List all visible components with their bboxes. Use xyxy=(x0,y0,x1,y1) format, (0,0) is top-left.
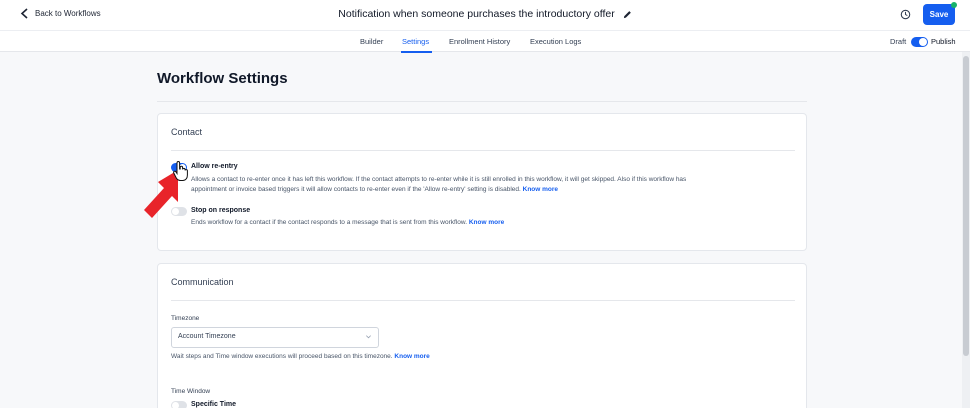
save-button[interactable]: Save xyxy=(923,4,955,25)
allow-reentry-know-more-link[interactable]: Know more xyxy=(523,186,558,193)
draft-label: Draft xyxy=(890,37,907,46)
publish-label: Publish xyxy=(931,37,956,46)
page-title: Workflow Settings xyxy=(157,70,288,87)
chevron-left-icon xyxy=(20,8,28,19)
tab-bar: Builder Settings Enrollment History Exec… xyxy=(0,30,970,53)
divider xyxy=(171,150,795,151)
stop-on-response-know-more-link[interactable]: Know more xyxy=(469,219,504,226)
tab-enrollment-history[interactable]: Enrollment History xyxy=(449,37,510,46)
active-tab-indicator xyxy=(401,51,432,53)
edit-pencil-icon[interactable] xyxy=(623,10,632,19)
tab-execution-logs[interactable]: Execution Logs xyxy=(530,37,581,46)
timezone-label: Timezone xyxy=(171,315,200,322)
publish-toggle[interactable] xyxy=(911,37,928,47)
tab-builder[interactable]: Builder xyxy=(360,37,383,46)
divider xyxy=(171,300,795,301)
communication-card: Communication Timezone Account Timezone … xyxy=(157,263,807,408)
allow-reentry-desc-line2: appointment or invoice based triggers it… xyxy=(191,185,521,193)
specific-time-toggle[interactable] xyxy=(171,401,187,408)
back-to-workflows-link[interactable]: Back to Workflows xyxy=(20,8,101,19)
stop-on-response-description: Ends workflow for a contact if the conta… xyxy=(191,218,791,228)
allow-reentry-description: Allows a contact to re-enter once it has… xyxy=(191,175,791,194)
contact-card: Contact Allow re-entry Allows a contact … xyxy=(157,113,807,251)
divider xyxy=(157,101,807,102)
time-window-label: Time Window xyxy=(171,388,211,395)
timezone-select[interactable]: Account Timezone xyxy=(171,327,379,348)
scrollbar-thumb[interactable] xyxy=(963,56,969,356)
stop-on-response-desc: Ends workflow for a contact if the conta… xyxy=(191,219,468,226)
timezone-help: Wait steps and Time window executions wi… xyxy=(171,352,771,362)
timezone-help-text: Wait steps and Time window executions wi… xyxy=(171,353,393,360)
status-dot xyxy=(951,2,957,8)
tab-settings[interactable]: Settings xyxy=(402,37,429,46)
back-label: Back to Workflows xyxy=(35,9,101,18)
hand-cursor-icon xyxy=(173,160,188,181)
history-icon[interactable] xyxy=(900,9,911,20)
communication-heading: Communication xyxy=(171,277,234,287)
contact-heading: Contact xyxy=(171,127,203,137)
allow-reentry-desc-line1: Allows a contact to re-enter once it has… xyxy=(191,176,687,183)
timezone-know-more-link[interactable]: Know more xyxy=(394,353,429,360)
timezone-value: Account Timezone xyxy=(178,333,236,340)
stop-on-response-label: Stop on response xyxy=(191,207,251,214)
chevron-down-icon xyxy=(366,335,371,339)
allow-reentry-label: Allow re-entry xyxy=(191,163,238,170)
specific-time-label: Specific Time xyxy=(191,401,237,408)
workflow-title[interactable]: Notification when someone purchases the … xyxy=(338,8,614,20)
top-bar: Back to Workflows Notification when some… xyxy=(0,0,970,30)
